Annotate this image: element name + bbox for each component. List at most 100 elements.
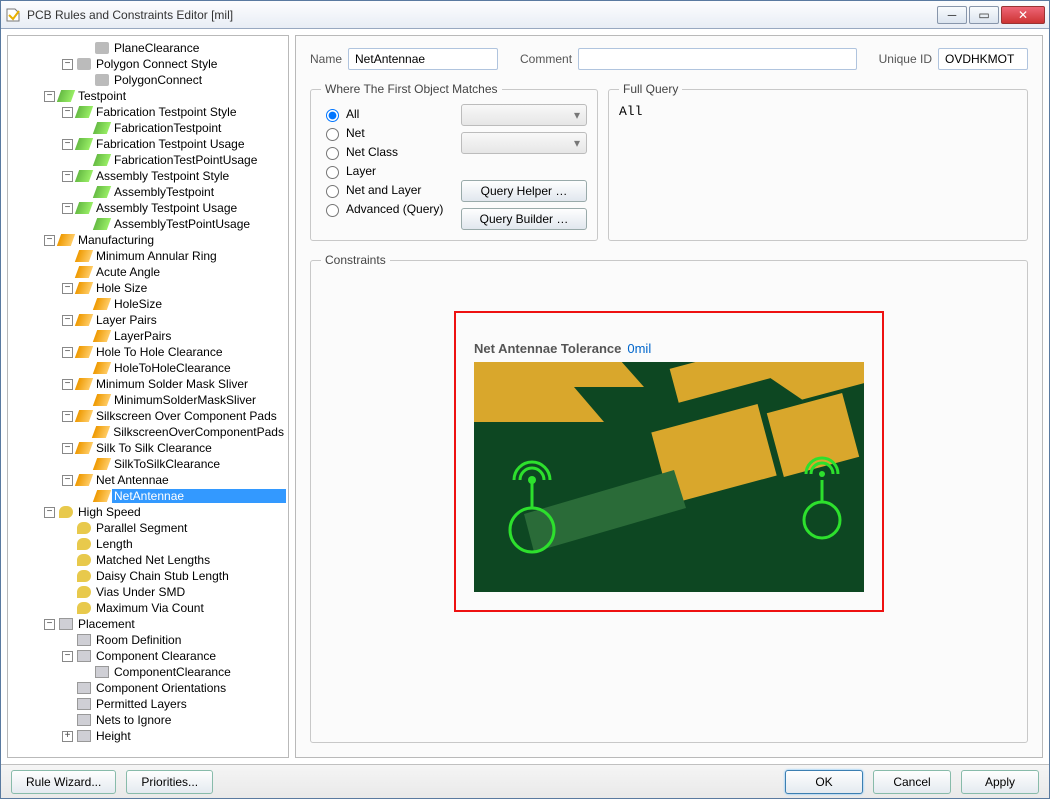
tree-item[interactable]: Permitted Layers xyxy=(8,696,288,712)
priorities-button[interactable]: Priorities... xyxy=(126,770,213,794)
collapse-icon[interactable]: − xyxy=(62,347,73,358)
tree-item[interactable]: Vias Under SMD xyxy=(8,584,288,600)
tree-item[interactable]: MinimumSolderMaskSliver xyxy=(8,392,288,408)
tree-item[interactable]: −Hole To Hole Clearance xyxy=(8,344,288,360)
tree-item-label: Assembly Testpoint Usage xyxy=(94,201,239,215)
expand-icon[interactable]: + xyxy=(62,731,73,742)
tree-item[interactable]: −Assembly Testpoint Style xyxy=(8,168,288,184)
apply-button[interactable]: Apply xyxy=(961,770,1039,794)
tree-item[interactable]: PolygonConnect xyxy=(8,72,288,88)
tree-item[interactable]: SilkscreenOverComponentPads xyxy=(8,424,288,440)
name-input[interactable] xyxy=(348,48,498,70)
tree-item[interactable]: Component Orientations xyxy=(8,680,288,696)
tree-item[interactable]: − Net Antennae xyxy=(8,472,288,488)
tree-item-label: Parallel Segment xyxy=(94,521,189,535)
match-radio-net-and-layer[interactable] xyxy=(326,185,339,198)
tree-item[interactable]: Daisy Chain Stub Length xyxy=(8,568,288,584)
tree-item[interactable]: − Assembly Testpoint Usage xyxy=(8,200,288,216)
collapse-icon[interactable]: − xyxy=(62,171,73,182)
tree-item[interactable]: −Hole Size xyxy=(8,280,288,296)
rule-icon xyxy=(76,601,92,615)
tree-item[interactable]: HoleToHoleClearance xyxy=(8,360,288,376)
rule-icon xyxy=(76,201,92,215)
tree-item-label: SilkToSilkClearance xyxy=(112,457,222,471)
tree-item-label: FabricationTestPointUsage xyxy=(112,153,259,167)
collapse-icon[interactable]: − xyxy=(62,443,73,454)
tree-item[interactable]: +Height xyxy=(8,728,288,744)
collapse-icon[interactable]: − xyxy=(62,59,73,70)
match-radio-net[interactable] xyxy=(326,128,339,141)
tolerance-value[interactable]: 0mil xyxy=(627,341,651,356)
collapse-icon[interactable]: − xyxy=(62,411,73,422)
tree-item[interactable]: −Component Clearance xyxy=(8,648,288,664)
collapse-icon[interactable]: − xyxy=(44,507,55,518)
collapse-icon[interactable]: − xyxy=(44,619,55,630)
uniqueid-input[interactable] xyxy=(938,48,1028,70)
collapse-icon[interactable]: − xyxy=(62,651,73,662)
collapse-icon[interactable]: − xyxy=(62,139,73,150)
collapse-icon[interactable]: − xyxy=(62,203,73,214)
minimize-button[interactable]: ─ xyxy=(937,6,967,24)
tree-item-label: Net Antennae xyxy=(94,473,171,487)
tree-item[interactable]: Matched Net Lengths xyxy=(8,552,288,568)
tree-item[interactable]: −Layer Pairs xyxy=(8,312,288,328)
cancel-button[interactable]: Cancel xyxy=(873,770,951,794)
tree-item[interactable]: FabricationTestpoint xyxy=(8,120,288,136)
collapse-icon[interactable]: − xyxy=(62,315,73,326)
tree-item-label: Minimum Annular Ring xyxy=(94,249,219,263)
query-helper-button[interactable]: Query Helper … xyxy=(461,180,587,202)
collapse-icon[interactable]: − xyxy=(44,91,55,102)
tree-item-label: Silkscreen Over Component Pads xyxy=(94,409,279,423)
tree-item[interactable]: − Silkscreen Over Component Pads xyxy=(8,408,288,424)
tree-item[interactable]: Length xyxy=(8,536,288,552)
tree-item[interactable]: PlaneClearance xyxy=(8,40,288,56)
tree-item[interactable]: AssemblyTestpoint xyxy=(8,184,288,200)
tree-item[interactable]: HoleSize xyxy=(8,296,288,312)
tree-item[interactable]: Parallel Segment xyxy=(8,520,288,536)
tree-item[interactable]: −Fabrication Testpoint Style xyxy=(8,104,288,120)
tree-item[interactable]: ComponentClearance xyxy=(8,664,288,680)
tree-item[interactable]: Room Definition xyxy=(8,632,288,648)
collapse-icon[interactable]: − xyxy=(62,379,73,390)
tree-item[interactable]: −Silk To Silk Clearance xyxy=(8,440,288,456)
net-combo[interactable]: ▾ xyxy=(461,104,587,126)
tree-item[interactable]: SilkToSilkClearance xyxy=(8,456,288,472)
collapse-icon[interactable]: − xyxy=(62,283,73,294)
tree-item[interactable]: AssemblyTestPointUsage xyxy=(8,216,288,232)
collapse-icon[interactable]: − xyxy=(44,235,55,246)
rule-wizard-button[interactable]: Rule Wizard... xyxy=(11,770,116,794)
tree-item[interactable]: −High Speed xyxy=(8,504,288,520)
rule-icon xyxy=(94,217,110,231)
match-radio-advanced-query-[interactable] xyxy=(326,204,339,217)
match-radio-all[interactable] xyxy=(326,109,339,122)
tree-item[interactable]: Acute Angle xyxy=(8,264,288,280)
tree-item[interactable]: FabricationTestPointUsage xyxy=(8,152,288,168)
ok-button[interactable]: OK xyxy=(785,770,863,794)
tree-item[interactable]: Nets to Ignore xyxy=(8,712,288,728)
query-builder-button[interactable]: Query Builder … xyxy=(461,208,587,230)
tree-item[interactable]: −Testpoint xyxy=(8,88,288,104)
close-button[interactable]: ✕ xyxy=(1001,6,1045,24)
rule-icon xyxy=(58,89,74,103)
rules-tree[interactable]: PlaneClearance−Polygon Connect StylePoly… xyxy=(7,35,289,758)
tree-item[interactable]: −Manufacturing xyxy=(8,232,288,248)
tree-item[interactable]: NetAntennae xyxy=(8,488,288,504)
tree-item[interactable]: Maximum Via Count xyxy=(8,600,288,616)
app-icon xyxy=(5,7,21,23)
match-radio-layer[interactable] xyxy=(326,166,339,179)
tree-item[interactable]: LayerPairs xyxy=(8,328,288,344)
maximize-button[interactable]: ▭ xyxy=(969,6,999,24)
rule-icon xyxy=(94,121,110,135)
tree-item[interactable]: −Placement xyxy=(8,616,288,632)
titlebar[interactable]: PCB Rules and Constraints Editor [mil] ─… xyxy=(1,1,1049,29)
collapse-icon[interactable]: − xyxy=(62,475,73,486)
tree-item[interactable]: −Polygon Connect Style xyxy=(8,56,288,72)
tree-item[interactable]: Minimum Annular Ring xyxy=(8,248,288,264)
comment-input[interactable] xyxy=(578,48,857,70)
tree-item[interactable]: −Minimum Solder Mask Sliver xyxy=(8,376,288,392)
tree-item[interactable]: −Fabrication Testpoint Usage xyxy=(8,136,288,152)
netclass-combo[interactable]: ▾ xyxy=(461,132,587,154)
match-radio-net-class[interactable] xyxy=(326,147,339,160)
collapse-icon[interactable]: − xyxy=(62,107,73,118)
rule-icon xyxy=(58,505,74,519)
